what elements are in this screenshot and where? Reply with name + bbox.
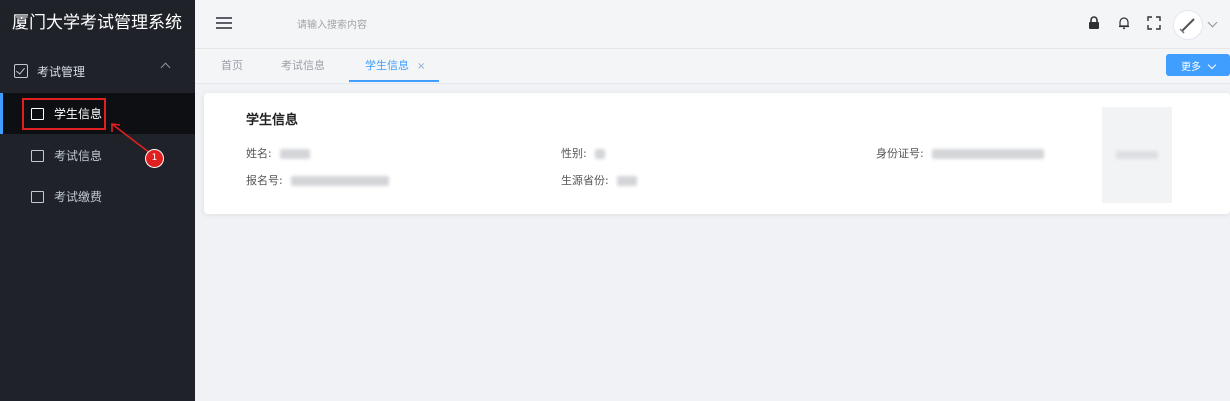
annotation-badge: 1 — [146, 150, 163, 167]
fullscreen-icon[interactable] — [1147, 16, 1161, 30]
field-name: 姓名: — [246, 145, 310, 161]
checkbox-icon — [14, 64, 28, 78]
menu-group-exam-management[interactable]: 考试管理 — [0, 52, 195, 90]
bell-icon[interactable] — [1117, 16, 1131, 30]
field-label: 性别: — [561, 147, 587, 160]
field-label: 身份证号: — [876, 147, 924, 160]
close-icon[interactable]: × — [417, 61, 425, 72]
tab-student-info[interactable]: 学生信息 × — [349, 49, 439, 82]
rocket-icon — [1179, 18, 1195, 34]
redacted-photo — [1116, 151, 1158, 159]
sidebar-item-exam-info[interactable]: 考试信息 — [0, 135, 195, 176]
annotation-highlight-box — [22, 98, 106, 130]
field-label: 生源省份: — [561, 174, 609, 187]
app-title: 厦门大学考试管理系统 — [12, 13, 182, 33]
tab-home[interactable]: 首页 — [221, 49, 243, 82]
chevron-down-icon — [1207, 60, 1217, 69]
sidebar-item-exam-payment[interactable]: 考试缴费 — [0, 176, 195, 217]
avatar[interactable] — [1173, 10, 1203, 40]
more-button-label: 更多 — [1181, 61, 1201, 73]
field-registration-number: 报名号: — [246, 172, 389, 188]
redacted-value — [616, 176, 637, 186]
chevron-up-icon — [160, 62, 171, 73]
sidebar-item-label: 考试信息 — [54, 149, 103, 163]
top-header — [195, 0, 1230, 49]
redacted-value — [931, 149, 1044, 159]
redacted-value — [279, 149, 310, 159]
field-id-number: 身份证号: — [876, 145, 1044, 161]
student-photo — [1102, 107, 1172, 203]
tab-exam-info[interactable]: 考试信息 — [281, 49, 325, 82]
search-input[interactable] — [295, 14, 599, 36]
menu-group-label: 考试管理 — [37, 64, 86, 79]
lock-icon[interactable] — [1087, 16, 1101, 30]
chevron-down-icon[interactable] — [1207, 17, 1218, 28]
list-icon — [31, 149, 44, 162]
field-label: 姓名: — [246, 147, 272, 160]
document-icon — [31, 190, 44, 203]
redacted-value — [594, 149, 605, 159]
more-button[interactable]: 更多 — [1166, 54, 1230, 76]
redacted-value — [290, 176, 389, 186]
hamburger-icon[interactable] — [216, 17, 232, 29]
annotation-arrow-icon — [111, 123, 151, 154]
field-province: 生源省份: — [561, 172, 637, 188]
tabs-bar: 首页 考试信息 学生信息 × 更多 — [195, 49, 1230, 84]
student-info-card: 学生信息 姓名: 性别: 身份证号: 报名号: 生源省份: — [204, 93, 1230, 214]
sidebar: 厦门大学考试管理系统 考试管理 学生信息 考试信息 考试缴费 1 — [0, 0, 195, 401]
tab-label: 学生信息 — [365, 59, 409, 72]
field-gender: 性别: — [561, 145, 605, 161]
sidebar-item-label: 考试缴费 — [54, 190, 103, 204]
field-label: 报名号: — [246, 174, 283, 187]
card-title: 学生信息 — [246, 113, 299, 128]
